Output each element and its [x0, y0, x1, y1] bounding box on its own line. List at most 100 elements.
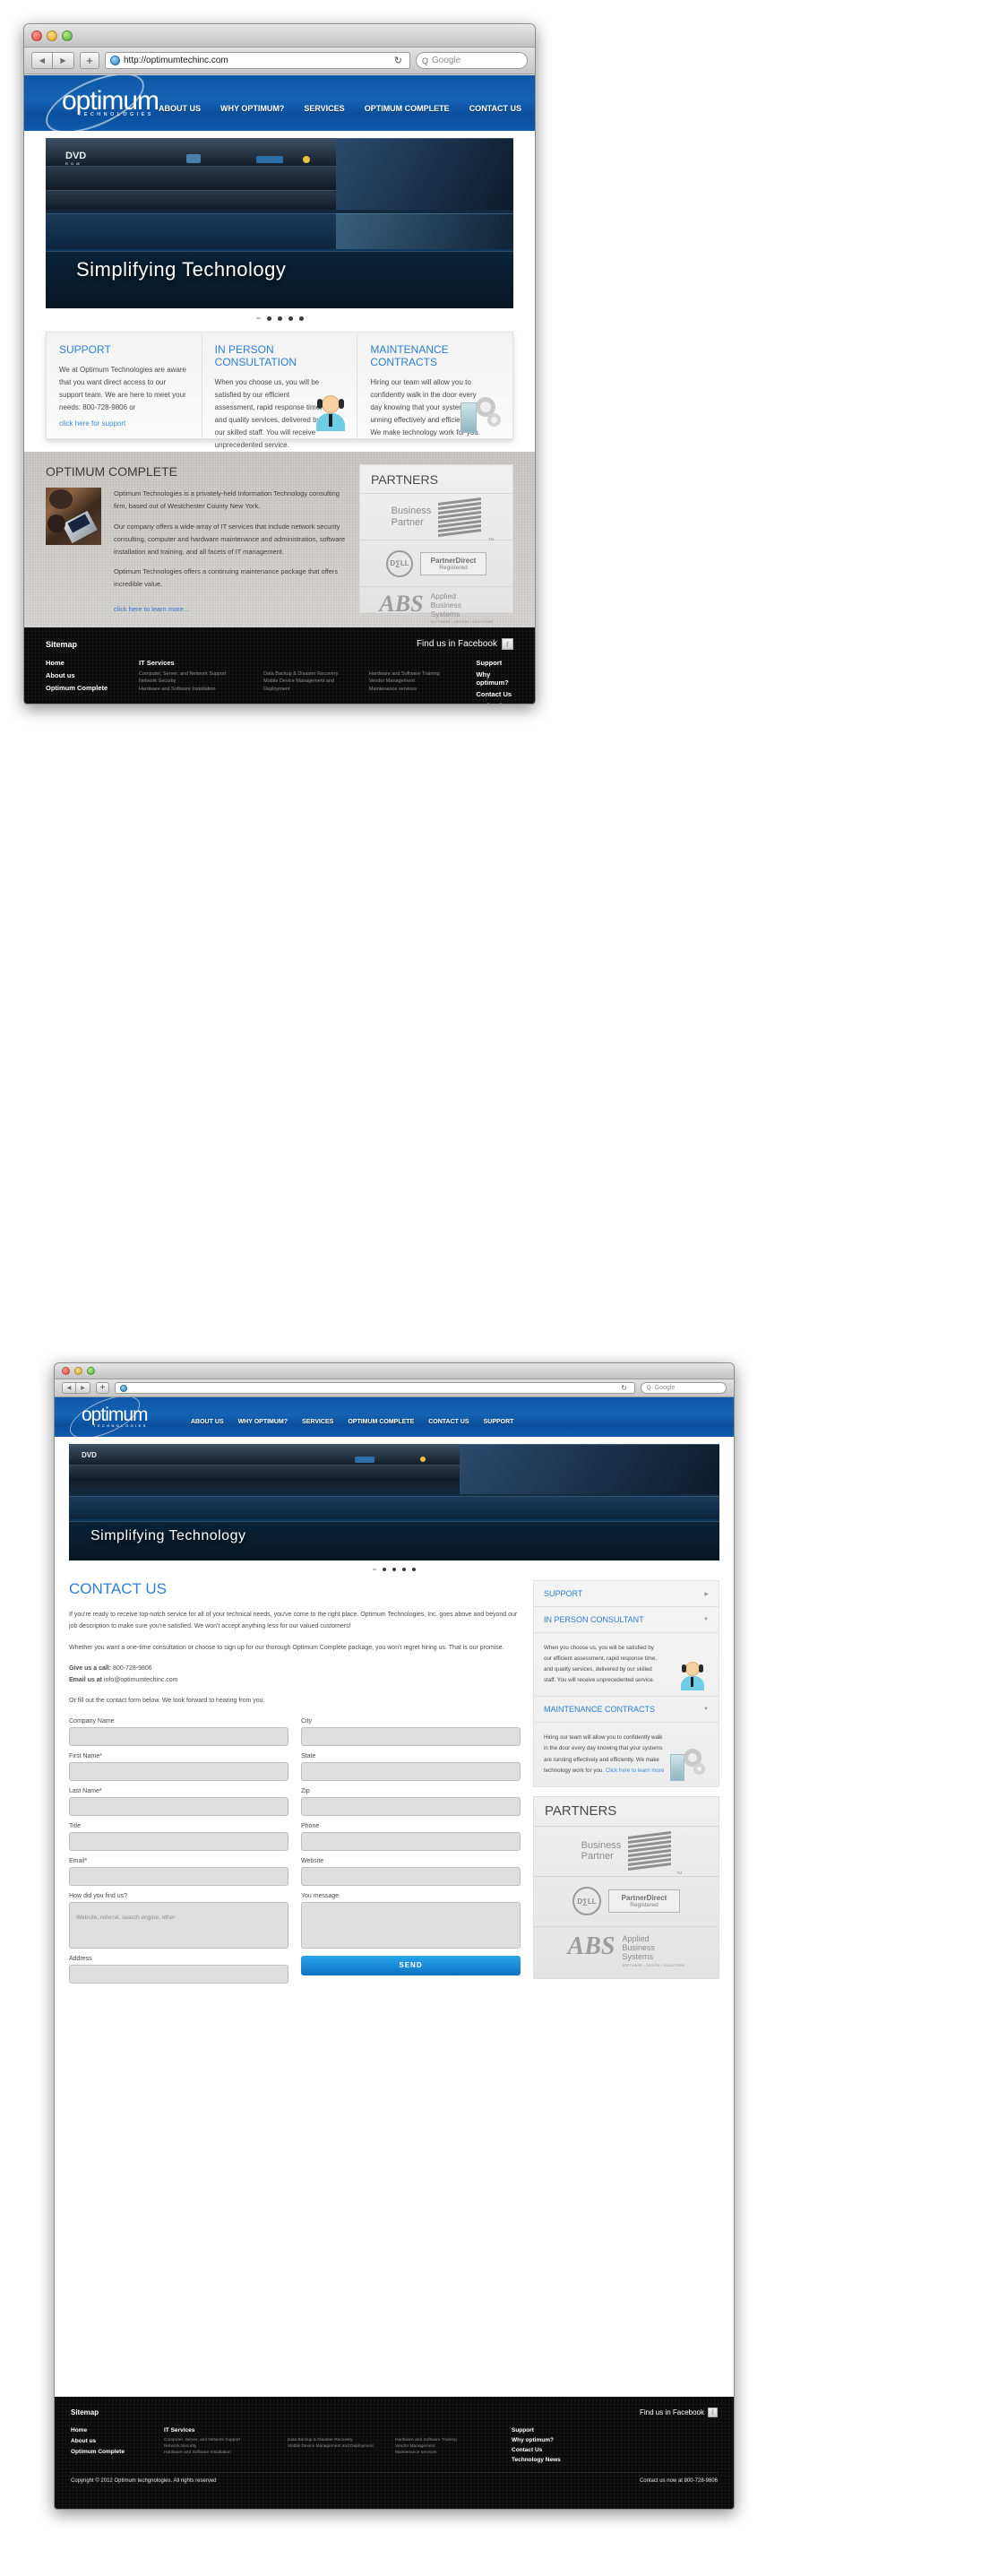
learn-more-link[interactable]: Click here to learn more	[606, 1768, 665, 1774]
first-name-input[interactable]	[69, 1761, 288, 1781]
footer-service-item[interactable]: Hardware and Software Installation	[164, 2450, 277, 2456]
footer-link-why-optimum[interactable]: Why optimum?	[476, 670, 513, 687]
nav-item-why-optimum[interactable]: WHY OPTIMUM?	[238, 1419, 288, 1425]
footer-service-item[interactable]: Network Security	[139, 678, 251, 685]
footer-service-item[interactable]: Hardware and Software Training	[369, 670, 464, 678]
slider-dot-prev[interactable]	[373, 1569, 376, 1570]
field-phone[interactable]: Phone	[301, 1823, 521, 1851]
footer-link-support[interactable]: Support	[512, 2427, 718, 2433]
footer-service-item[interactable]: Data Backup & Disaster Recovery	[263, 670, 357, 678]
nav-item-support[interactable]: SUPPORT	[484, 1419, 514, 1425]
website-input[interactable]	[301, 1866, 521, 1886]
city-input[interactable]	[301, 1726, 521, 1746]
title-input[interactable]	[69, 1831, 288, 1851]
nav-item-services[interactable]: SERVICES	[304, 104, 344, 113]
footer-service-item[interactable]: Hardware and Software Training	[395, 2437, 501, 2443]
company-name-input[interactable]	[69, 1726, 288, 1746]
footer-link-optimum-complete[interactable]: Optimum Complete	[46, 684, 126, 692]
add-bookmark-button[interactable]: +	[96, 1382, 109, 1394]
field-city[interactable]: City	[301, 1718, 521, 1746]
close-window-button[interactable]	[62, 1367, 70, 1375]
back-button[interactable]: ◀	[62, 1382, 76, 1394]
footer-service-item[interactable]: Mobile Device Management and Deployment	[263, 678, 357, 693]
footer-link-why-optimum[interactable]: Why optimum?	[512, 2437, 718, 2443]
footer-link-home[interactable]: Home	[46, 659, 126, 667]
field-website[interactable]: Website	[301, 1858, 521, 1886]
footer-link-contact-us[interactable]: Contact Us	[476, 690, 513, 698]
forward-button[interactable]: ▶	[76, 1382, 90, 1394]
slider-dot-4[interactable]	[298, 316, 304, 321]
feature-box-maintenance[interactable]: MAINTENANCE CONTRACTS Hiring our team wi…	[357, 333, 512, 438]
zip-input[interactable]	[301, 1796, 521, 1816]
titlebar-contact[interactable]	[55, 1363, 734, 1379]
footer-service-item[interactable]: Hardware and Software Installation	[139, 686, 251, 693]
nav-item-contact-us[interactable]: CONTACT US	[469, 104, 521, 113]
slider-dot-2[interactable]	[277, 316, 282, 321]
address-bar[interactable]: http://optimumtechinc.com ↻	[105, 52, 410, 69]
email-input[interactable]	[69, 1866, 288, 1886]
footer-service-item[interactable]: Vendor Management	[369, 678, 464, 685]
window-controls[interactable]	[62, 1367, 95, 1375]
slider-dots[interactable]	[55, 1566, 734, 1573]
feature-box-support[interactable]: SUPPORT We at Optimum Technologies are a…	[47, 333, 202, 438]
field-first-name[interactable]: First Name*	[69, 1753, 288, 1781]
footer-link-about-us[interactable]: About us	[46, 671, 126, 679]
footer-service-item[interactable]: Network Security	[164, 2443, 277, 2450]
footer-link-technology-news[interactable]: Technology News	[512, 2457, 718, 2463]
footer-link-home[interactable]: Home	[71, 2427, 153, 2433]
browser-window-home[interactable]: ◀ ▶ + http://optimumtechinc.com ↻ Q Goog…	[23, 23, 536, 705]
reload-icon[interactable]: ↻	[618, 1384, 630, 1392]
search-input[interactable]: Q Google	[641, 1382, 727, 1394]
footer-column-main[interactable]: Home About us Optimum Complete	[71, 2427, 153, 2463]
hero-slider[interactable]: DVD Simplifying Technology	[69, 1444, 719, 1560]
slider-dot-2[interactable]	[392, 1568, 396, 1571]
slider-dot-prev[interactable]	[255, 317, 261, 319]
footer-service-item[interactable]: Maintenance services	[369, 686, 464, 693]
nav-item-about-us[interactable]: ABOUT US	[159, 104, 201, 113]
reload-icon[interactable]: ↻	[392, 55, 405, 66]
nav-item-about-us[interactable]: ABOUT US	[191, 1419, 224, 1425]
nav-item-contact-us[interactable]: CONTACT US	[428, 1419, 469, 1425]
minimize-window-button[interactable]	[74, 1367, 82, 1375]
footer-link-technology-news[interactable]: Technology News	[476, 702, 513, 704]
nav-item-optimum-complete[interactable]: OPTIMUM COMPLETE	[348, 1419, 414, 1425]
footer-service-item[interactable]: Vendor Management	[395, 2443, 501, 2450]
field-zip[interactable]: Zip	[301, 1788, 521, 1816]
close-window-button[interactable]	[31, 30, 42, 41]
footer-column-right[interactable]: Support Why optimum? Contact Us Technolo…	[512, 2427, 718, 2463]
footer-link-about-us[interactable]: About us	[71, 2438, 153, 2444]
forward-button[interactable]: ▶	[53, 52, 74, 69]
field-title[interactable]: Title	[69, 1823, 288, 1851]
footer-column-main[interactable]: Home About us Optimum Complete	[46, 659, 126, 704]
accordion-header-maintenance[interactable]: MAINTENANCE CONTRACTS ▼	[534, 1697, 719, 1724]
minimize-window-button[interactable]	[47, 30, 57, 41]
site-logo[interactable]: optimum TECHNOLOGIES	[64, 1397, 184, 1448]
facebook-icon[interactable]: f	[502, 638, 513, 650]
phone-input[interactable]	[301, 1831, 521, 1851]
main-navigation[interactable]: ABOUT US WHY OPTIMUM? SERVICES OPTIMUM C…	[159, 104, 535, 113]
address-bar[interactable]: ↻	[115, 1382, 635, 1394]
field-company-name[interactable]: Company Name	[69, 1718, 288, 1746]
field-last-name[interactable]: Last Name*	[69, 1788, 288, 1816]
field-state[interactable]: State	[301, 1753, 521, 1781]
field-email[interactable]: Email*	[69, 1858, 288, 1886]
learn-more-link[interactable]: click here to learn more...	[114, 605, 189, 613]
support-link[interactable]: click here for support	[59, 419, 125, 428]
nav-buttons[interactable]: ◀ ▶	[62, 1382, 90, 1394]
slider-dot-4[interactable]	[412, 1568, 416, 1571]
back-button[interactable]: ◀	[31, 52, 53, 69]
nav-item-services[interactable]: SERVICES	[302, 1419, 333, 1425]
accordion[interactable]: SUPPORT ▶ IN PERSON CONSULTANT ▼ When yo…	[533, 1580, 719, 1787]
address-input[interactable]	[69, 1964, 288, 1984]
nav-buttons[interactable]: ◀ ▶	[31, 52, 74, 69]
slider-dot-3[interactable]	[288, 316, 293, 321]
your-message-input[interactable]	[301, 1901, 521, 1949]
browser-window-contact[interactable]: ◀ ▶ + ↻ Q Google optimum TECHNOLOGIES AB…	[54, 1362, 735, 2510]
slider-dot-3[interactable]	[402, 1568, 406, 1571]
footer-service-item[interactable]: Computer, Server, and Network Support	[164, 2437, 277, 2443]
facebook-icon[interactable]: f	[708, 2407, 718, 2417]
last-name-input[interactable]	[69, 1796, 288, 1816]
nav-item-why-optimum[interactable]: WHY OPTIMUM?	[220, 104, 284, 113]
browser-toolbar-contact[interactable]: ◀ ▶ + ↻ Q Google	[55, 1379, 734, 1397]
footer-link-contact-us[interactable]: Contact Us	[512, 2447, 718, 2453]
